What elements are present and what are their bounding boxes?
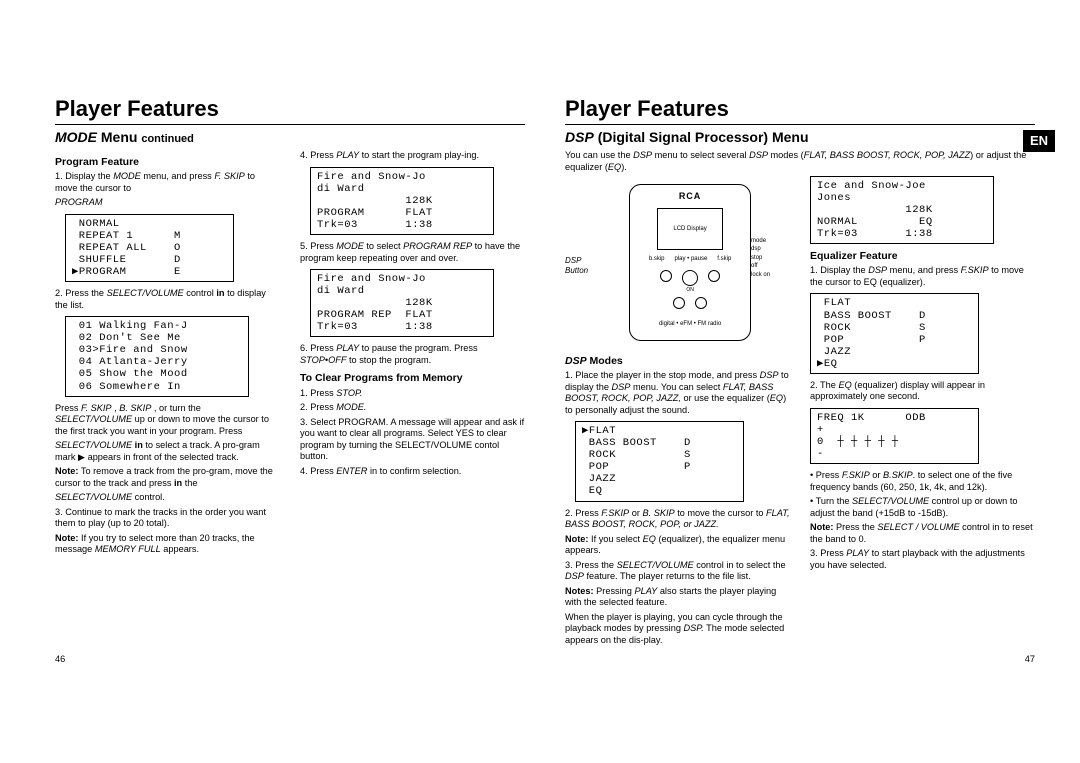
note-eq: Note: If you select EQ (equalizer), the … xyxy=(565,534,790,557)
eq-band-select: • Press F.SKIP or B.SKIP. to select one … xyxy=(810,470,1035,493)
two-columns: Program Feature 1. Display the MODE menu… xyxy=(55,150,525,558)
right-col: 4. Press PLAY to start the program play-… xyxy=(300,150,525,558)
intro: You can use the DSP menu to select sever… xyxy=(565,150,1035,173)
device-row: DSP Button RCA LCD Display b.skip play •… xyxy=(565,176,790,349)
page-number: 47 xyxy=(1025,654,1035,666)
fskip-label: f.skip xyxy=(717,256,731,264)
button-row: b.skip play • pause f.skip xyxy=(649,256,732,264)
lang-badge: EN xyxy=(1023,130,1055,152)
section-heading: DSP (Digital Signal Processor) Menu xyxy=(565,129,1035,147)
lcd-mode-menu: NORMAL REPEAT 1 M REPEAT ALL O SHUFFLE D… xyxy=(65,214,234,282)
page-number: 46 xyxy=(55,654,65,666)
lcd-dsp-eq: FLAT BASS BOOST D ROCK S POP P JAZZ ▶EQ xyxy=(810,293,979,373)
eq-band-adjust: • Turn the SELECT/VOLUME control up or d… xyxy=(810,496,1035,519)
left-col: Program Feature 1. Display the MODE menu… xyxy=(55,150,280,558)
side-labels: mode dsp stop off lock on xyxy=(751,237,770,279)
step-2: 2. Press the SELECT/VOLUME control in to… xyxy=(55,288,280,311)
device-footer: digital • eFM • FM radio xyxy=(659,321,721,329)
device-illustration: RCA LCD Display b.skip play • pause f.sk… xyxy=(629,184,751,341)
note-remove: Note: To remove a track from the pro-gra… xyxy=(55,466,280,489)
fskip-icon xyxy=(708,270,720,282)
eq-feature-heading: Equalizer Feature xyxy=(810,250,1035,263)
left-col: DSP Button RCA LCD Display b.skip play •… xyxy=(565,176,790,649)
lcd-program: Fire and Snow-Jo di Ward 128K PROGRAM FL… xyxy=(310,167,494,235)
step-3: 3. Continue to mark the tracks in the or… xyxy=(55,507,280,530)
lcd-ice-snow: Ice and Snow-Joe Jones 128K NORMAL EQ Tr… xyxy=(810,176,994,244)
eq-2: 2. The EQ (equalizer) display will appea… xyxy=(810,380,1035,403)
on-label: ON xyxy=(686,287,694,293)
program-feature-heading: Program Feature xyxy=(55,156,280,169)
lcd-program-rep: Fire and Snow-Jo di Ward 128K PROGRAM RE… xyxy=(310,269,494,337)
note-remove-2: SELECT/VOLUME control. xyxy=(55,492,280,504)
bskip-icon xyxy=(660,270,672,282)
play-label: play • pause xyxy=(675,256,708,264)
dsp-icon xyxy=(673,297,685,309)
two-columns: DSP Button RCA LCD Display b.skip play •… xyxy=(565,176,1035,649)
step-1-program: PROGRAM xyxy=(55,197,280,209)
device-screen: LCD Display xyxy=(657,208,723,250)
eq-note-reset: Note: Press the SELECT / VOLUME control … xyxy=(810,522,1035,545)
nav-text: Press F. SKIP , B. SKIP , or turn the SE… xyxy=(55,403,280,438)
lcd-track-list: 01 Walking Fan-J 02 Don't See Me 03>Fire… xyxy=(65,316,249,396)
clear-1: 1. Press STOP. xyxy=(300,388,525,400)
clear-2: 2. Press MODE. xyxy=(300,402,525,414)
mode-2: 2. Press F.SKIP or B. SKIP to move the c… xyxy=(565,508,790,531)
tone-icon xyxy=(695,297,707,309)
clear-3: 3. Select PROGRAM. A message will appear… xyxy=(300,417,525,463)
mode-1: 1. Place the player in the stop mode, an… xyxy=(565,370,790,416)
dsp-modes-heading: DSP Modes xyxy=(565,355,790,368)
clear-programs-heading: To Clear Programs from Memory xyxy=(300,372,525,385)
section-heading: MODE Menu continued xyxy=(55,129,525,147)
play-icon xyxy=(682,270,698,286)
dsp-button-label: DSP Button xyxy=(565,256,588,276)
lcd-dsp-flat: ▶FLAT BASS BOOST D ROCK S POP P JAZZ EQ xyxy=(575,421,744,501)
eq-3: 3. Press PLAY to start playback with the… xyxy=(810,548,1035,571)
notes-play: Notes: Pressing PLAY also starts the pla… xyxy=(565,586,790,609)
step-5: 5. Press MODE to select PROGRAM REP to h… xyxy=(300,241,525,264)
bskip-label: b.skip xyxy=(649,256,665,264)
page-title: Player Features xyxy=(565,95,1035,125)
button-icons xyxy=(660,270,720,286)
brand-logo: RCA xyxy=(679,191,702,202)
bottom-row xyxy=(673,297,707,309)
step-6: 6. Press PLAY to pause the program. Pres… xyxy=(300,343,525,366)
mode-3: 3. Press the SELECT/VOLUME control in to… xyxy=(565,560,790,583)
page-spread: Player Features MODE Menu continued Prog… xyxy=(0,0,1080,674)
note-memory-full: Note: If you try to select more than 20 … xyxy=(55,533,280,556)
step-4: 4. Press PLAY to start the program play-… xyxy=(300,150,525,162)
lcd-freq-bands: FREQ 1K ODB + 0 ┼ ┼ ┼ ┼ ┼ - xyxy=(810,408,979,464)
right-col: Ice and Snow-Joe Jones 128K NORMAL EQ Tr… xyxy=(810,176,1035,649)
eq-1: 1. Display the DSP menu, and press F.SKI… xyxy=(810,265,1035,288)
page-title: Player Features xyxy=(55,95,525,125)
left-page: Player Features MODE Menu continued Prog… xyxy=(55,95,525,649)
cycle-text: When the player is playing, you can cycl… xyxy=(565,612,790,647)
clear-4: 4. Press ENTER in to confirm selection. xyxy=(300,466,525,478)
right-page: EN Player Features DSP (Digital Signal P… xyxy=(565,95,1035,649)
select-text: SELECT/VOLUME in to select a track. A pr… xyxy=(55,440,280,463)
step-1: 1. Display the MODE menu, and press F. S… xyxy=(55,171,280,194)
